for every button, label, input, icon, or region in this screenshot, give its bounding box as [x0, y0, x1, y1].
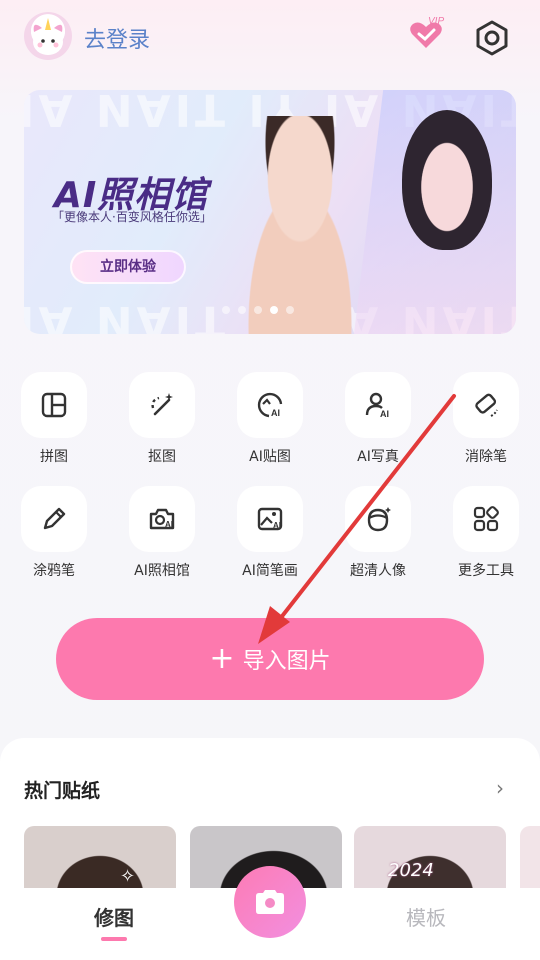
tool-label: 拼图 — [40, 449, 68, 465]
section-title: 热门贴纸 — [24, 780, 101, 802]
eraser-icon — [475, 393, 498, 417]
gear-icon — [476, 20, 508, 56]
tool-label: AI写真 — [357, 449, 399, 465]
tab-template[interactable]: 模板 — [396, 902, 456, 931]
tool-doodle[interactable]: 涂鸦笔 — [8, 486, 100, 586]
hd-face-icon — [367, 507, 391, 532]
banner-tagline: 「更像本人·百变风格任你选」 — [52, 210, 212, 224]
tool-label: 涂鸦笔 — [33, 563, 75, 579]
header: 去登录 VIP — [0, 0, 540, 76]
tool-label: 抠图 — [148, 449, 176, 465]
ai-camera-icon: AI — [149, 508, 175, 530]
plus-icon: + — [209, 641, 235, 676]
tool-ai-sticker[interactable]: AI AI贴图 — [224, 372, 316, 472]
ai-portrait-icon: AI — [365, 392, 389, 419]
banner-portrait-left — [220, 116, 380, 334]
tab-active-indicator — [101, 937, 127, 941]
tool-label: 超清人像 — [350, 563, 406, 579]
pagination-dot — [286, 306, 294, 314]
tab-edit[interactable]: 修图 — [84, 902, 144, 941]
tool-collage[interactable]: 拼图 — [8, 372, 100, 472]
svg-text:AI: AI — [165, 520, 173, 529]
tool-label: AI贴图 — [249, 449, 291, 465]
tool-ai-portrait[interactable]: AI AI写真 — [332, 372, 424, 472]
vip-button[interactable]: VIP — [406, 14, 450, 54]
more-tools-grid-icon — [473, 506, 499, 532]
banner-cta-button[interactable]: 立即体验 — [70, 250, 186, 284]
ai-sketch-image-icon: AI — [257, 507, 283, 531]
unicorn-avatar-icon — [33, 18, 63, 55]
sparkle-icon: ✧ — [120, 866, 136, 887]
tool-hd-portrait[interactable]: 超清人像 — [332, 486, 424, 586]
sticker-thumbnail[interactable]: 2024 — [354, 826, 506, 896]
vip-badge-text: VIP — [428, 16, 444, 27]
tool-eraser[interactable]: 消除笔 — [440, 372, 532, 472]
pagination-dot — [238, 306, 246, 314]
tool-ai-photo-studio[interactable]: AI AI照相馆 — [116, 486, 208, 586]
tool-label: 消除笔 — [465, 449, 507, 465]
tool-label: AI照相馆 — [134, 563, 190, 579]
sticker-caption: 2024 — [388, 860, 434, 881]
ai-sticker-icon: AI — [257, 392, 283, 418]
camera-icon — [256, 890, 284, 914]
cutout-wand-icon — [151, 393, 173, 416]
sticker-thumbnail[interactable] — [520, 826, 540, 896]
vip-heart-icon: VIP — [410, 16, 444, 48]
tool-ai-sketch[interactable]: AI AI简笔画 — [224, 486, 316, 586]
pagination-dot — [254, 306, 262, 314]
tool-more[interactable]: 更多工具 — [440, 486, 532, 586]
import-image-button[interactable]: + 导入图片 — [56, 618, 484, 700]
svg-text:AI: AI — [380, 409, 389, 419]
tool-label: 更多工具 — [458, 563, 514, 579]
tool-cutout[interactable]: 抠图 — [116, 372, 208, 472]
import-button-label: 导入图片 — [242, 649, 331, 674]
tab-edit-label: 修图 — [94, 906, 134, 930]
pagination-dot-active — [270, 306, 278, 314]
tool-label: AI简笔画 — [242, 563, 298, 579]
collage-icon — [41, 392, 67, 418]
settings-button[interactable] — [472, 18, 512, 58]
pencil-icon — [43, 507, 66, 530]
sticker-thumbnail[interactable]: ✧ — [24, 826, 176, 896]
camera-button[interactable] — [234, 866, 306, 938]
promo-banner[interactable]: TIAN AI YI TIAN AI TIAN AI YI TIAN AI AI… — [24, 90, 516, 334]
chevron-right-icon[interactable]: › — [496, 776, 504, 800]
avatar[interactable] — [24, 12, 72, 60]
login-link[interactable]: 去登录 — [84, 22, 150, 54]
svg-text:AI: AI — [271, 408, 280, 418]
banner-pagination — [222, 306, 294, 314]
svg-text:AI: AI — [273, 521, 281, 530]
pagination-dot — [222, 306, 230, 314]
